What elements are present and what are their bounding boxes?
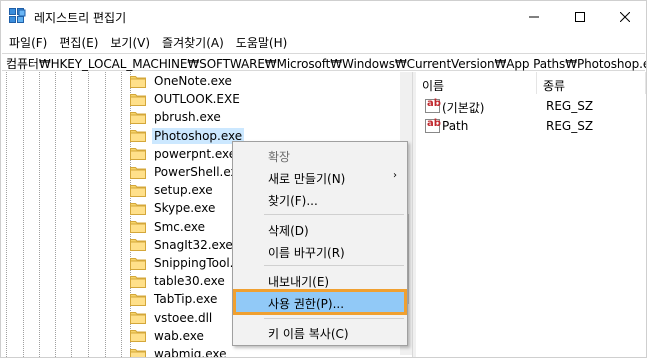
ctx-new-label: 새로 만들기(N) [268,172,346,186]
ctx-export[interactable]: 내보내기(E) [235,269,405,291]
title-bar: 레지스트리 편집기 [1,1,646,32]
maximize-button[interactable] [557,1,603,32]
folder-icon [130,130,146,143]
context-menu: 확장 새로 만들기(N) › 찾기(F)... 삭제(D) 이름 바꾸기(R) 내… [232,141,408,346]
ctx-delete-label: 삭제(D) [268,224,309,238]
tree-item[interactable]: SnagIt32.exe [130,236,235,254]
minimize-button[interactable] [511,1,557,32]
tree-item[interactable]: PowerShell.exe [130,163,247,181]
folder-icon [130,166,146,179]
tree-item[interactable]: vstoee.dll [130,309,214,327]
value-type: REG_SZ [546,99,594,113]
column-header-type[interactable]: 종류 [537,72,646,94]
tree-item-label: Photoshop.exe [152,127,245,144]
tree-item[interactable]: table30.exe [130,272,227,290]
ctx-permissions-label: 사용 권한(P)... [268,297,345,311]
tree-item[interactable]: setup.exe [130,181,215,199]
folder-icon [130,93,146,106]
ctx-new[interactable]: 새로 만들기(N) › [235,166,405,188]
tree-item[interactable]: Skype.exe [130,199,217,217]
tree-item[interactable]: TabTip.exe [130,290,219,308]
minimize-icon [529,16,539,17]
menu-separator [264,265,404,266]
column-header-name[interactable]: 이름 [416,72,537,94]
close-icon [620,11,630,22]
registry-editor-icon [9,8,26,23]
string-value-icon: ab [425,118,441,133]
value-type: REG_SZ [546,119,594,133]
ctx-find-label: 찾기(F)... [268,194,318,208]
close-button[interactable] [602,1,646,32]
tree-item[interactable]: pbrush.exe [130,108,223,126]
tree-item[interactable]: wabmig.exe [130,345,229,358]
chevron-right-icon: › [393,170,397,181]
value-name: Path [442,119,469,133]
folder-icon [130,239,146,252]
tree-item[interactable]: powerpnt.exe [130,145,238,163]
folder-icon [130,275,146,288]
ctx-permissions[interactable]: 사용 권한(P)... [233,289,407,315]
address-bar[interactable]: 컴퓨터₩HKEY_LOCAL_MACHINE₩SOFTWARE₩Microsof… [2,53,646,72]
folder-icon [130,330,146,343]
value-name: (기본값) [442,101,485,115]
tree-item-label: Skype.exe [154,201,216,216]
folder-icon [130,202,146,215]
tree-item-label: Smc.exe [154,219,206,234]
tree-item-label: vstoee.dll [154,310,213,325]
ctx-expand[interactable]: 확장 [235,144,405,166]
tree-item-label: setup.exe [154,183,213,198]
tree-item-label: TabTip.exe [154,292,218,307]
folder-icon [130,348,146,357]
menu-file[interactable]: 파일(F) [3,32,53,52]
value-row[interactable]: ab Path REG_SZ [416,117,646,136]
folder-icon [130,148,146,161]
folder-icon [130,257,146,270]
menu-edit[interactable]: 편집(E) [53,32,104,52]
folder-icon [130,293,146,306]
address-path[interactable]: 컴퓨터₩HKEY_LOCAL_MACHINE₩SOFTWARE₩Microsof… [6,55,646,72]
tree-item-label: OneNote.exe [154,74,232,88]
ctx-expand-label: 확장 [268,150,291,164]
ctx-delete[interactable]: 삭제(D) [235,218,405,240]
tree-item-label: table30.exe [154,274,225,289]
tree-item[interactable]: wab.exe [130,327,206,345]
ctx-export-label: 내보내기(E) [268,275,330,289]
folder-icon [130,75,146,88]
ctx-rename-label: 이름 바꾸기(R) [268,246,345,260]
value-icon-text: ab [427,118,441,129]
menu-help[interactable]: 도움말(H) [230,32,294,52]
menu-view[interactable]: 보기(V) [104,32,156,52]
ctx-copy-key-name-label: 키 이름 복사(C) [268,327,349,341]
string-value-icon: ab [425,98,441,113]
tree-item-label: pbrush.exe [154,110,221,125]
folder-icon [130,312,146,325]
values-pane[interactable]: 이름 종류 ab (기본값) REG_SZ ab Path REG_SZ [416,72,646,357]
tree-item-label: OUTLOOK.EXE [154,92,240,107]
value-icon-text: ab [427,98,441,109]
tree-item[interactable]: OUTLOOK.EXE [130,90,242,108]
tree-item-label: wab.exe [154,328,204,343]
tree-item-label: powerpnt.exe [154,146,237,161]
ctx-find[interactable]: 찾기(F)... [235,188,405,210]
ctx-rename[interactable]: 이름 바꾸기(R) [235,240,405,262]
window-title: 레지스트리 편집기 [34,11,127,25]
folder-icon [130,221,146,234]
tree-item[interactable]: Smc.exe [130,218,207,236]
menu-separator [264,318,404,319]
maximize-icon [575,11,585,22]
tree-item-label: SnagIt32.exe [154,237,233,252]
menu-separator [264,214,404,215]
value-row[interactable]: ab (기본값) REG_SZ [416,97,646,116]
registry-editor-window: 레지스트리 편집기 파일(F) 편집(E) 보기(V) 즐겨찾기(A) 도움말(… [0,0,647,358]
tree-item-label: wabmig.exe [154,347,227,358]
tree-item[interactable]: OneNote.exe [130,72,234,90]
menu-favorites[interactable]: 즐겨찾기(A) [156,32,230,52]
tree-item[interactable]: Photoshop.exe [130,127,245,145]
folder-icon [130,184,146,197]
menu-bar: 파일(F) 편집(E) 보기(V) 즐겨찾기(A) 도움말(H) [1,32,646,52]
folder-icon [130,111,146,124]
ctx-copy-key-name[interactable]: 키 이름 복사(C) [235,321,405,343]
